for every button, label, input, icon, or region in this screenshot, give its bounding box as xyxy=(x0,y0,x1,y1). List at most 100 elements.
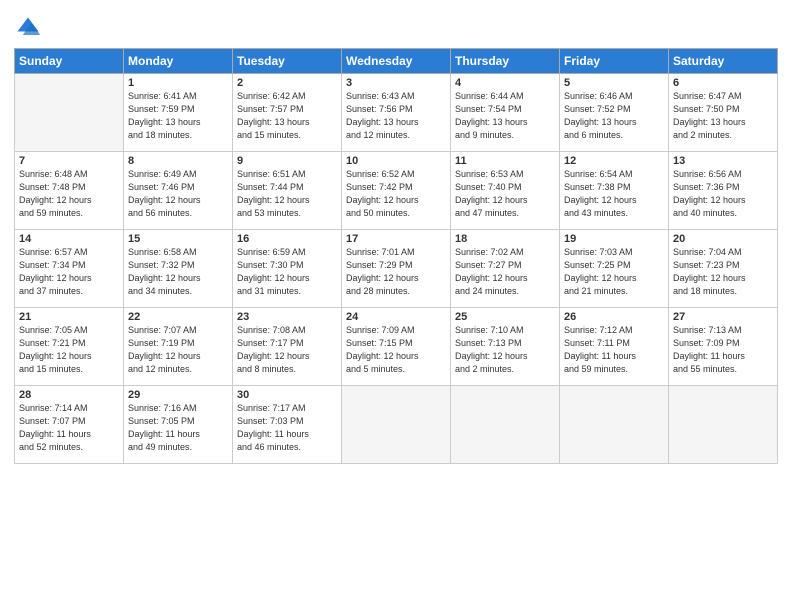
day-cell: 3Sunrise: 6:43 AM Sunset: 7:56 PM Daylig… xyxy=(342,74,451,152)
day-number: 9 xyxy=(237,155,337,167)
day-number: 23 xyxy=(237,311,337,323)
logo-icon xyxy=(14,14,42,42)
header-row: SundayMondayTuesdayWednesdayThursdayFrid… xyxy=(15,49,778,74)
day-cell: 20Sunrise: 7:04 AM Sunset: 7:23 PM Dayli… xyxy=(669,230,778,308)
day-number: 2 xyxy=(237,77,337,89)
day-number: 25 xyxy=(455,311,555,323)
day-number: 14 xyxy=(19,233,119,245)
day-cell: 12Sunrise: 6:54 AM Sunset: 7:38 PM Dayli… xyxy=(560,152,669,230)
day-info: Sunrise: 6:53 AM Sunset: 7:40 PM Dayligh… xyxy=(455,168,555,220)
day-cell: 17Sunrise: 7:01 AM Sunset: 7:29 PM Dayli… xyxy=(342,230,451,308)
day-info: Sunrise: 7:07 AM Sunset: 7:19 PM Dayligh… xyxy=(128,324,228,376)
day-number: 29 xyxy=(128,389,228,401)
day-number: 16 xyxy=(237,233,337,245)
day-cell: 15Sunrise: 6:58 AM Sunset: 7:32 PM Dayli… xyxy=(124,230,233,308)
day-number: 30 xyxy=(237,389,337,401)
day-cell: 9Sunrise: 6:51 AM Sunset: 7:44 PM Daylig… xyxy=(233,152,342,230)
col-header-saturday: Saturday xyxy=(669,49,778,74)
day-number: 10 xyxy=(346,155,446,167)
day-number: 4 xyxy=(455,77,555,89)
day-info: Sunrise: 6:48 AM Sunset: 7:48 PM Dayligh… xyxy=(19,168,119,220)
day-info: Sunrise: 7:02 AM Sunset: 7:27 PM Dayligh… xyxy=(455,246,555,298)
col-header-friday: Friday xyxy=(560,49,669,74)
day-info: Sunrise: 7:12 AM Sunset: 7:11 PM Dayligh… xyxy=(564,324,664,376)
day-cell xyxy=(669,386,778,464)
day-cell: 24Sunrise: 7:09 AM Sunset: 7:15 PM Dayli… xyxy=(342,308,451,386)
day-info: Sunrise: 6:44 AM Sunset: 7:54 PM Dayligh… xyxy=(455,90,555,142)
day-info: Sunrise: 6:41 AM Sunset: 7:59 PM Dayligh… xyxy=(128,90,228,142)
day-info: Sunrise: 7:05 AM Sunset: 7:21 PM Dayligh… xyxy=(19,324,119,376)
day-cell: 1Sunrise: 6:41 AM Sunset: 7:59 PM Daylig… xyxy=(124,74,233,152)
day-info: Sunrise: 6:46 AM Sunset: 7:52 PM Dayligh… xyxy=(564,90,664,142)
day-number: 12 xyxy=(564,155,664,167)
day-info: Sunrise: 7:17 AM Sunset: 7:03 PM Dayligh… xyxy=(237,402,337,454)
day-info: Sunrise: 7:14 AM Sunset: 7:07 PM Dayligh… xyxy=(19,402,119,454)
col-header-monday: Monday xyxy=(124,49,233,74)
day-cell: 23Sunrise: 7:08 AM Sunset: 7:17 PM Dayli… xyxy=(233,308,342,386)
day-info: Sunrise: 6:47 AM Sunset: 7:50 PM Dayligh… xyxy=(673,90,773,142)
day-cell: 30Sunrise: 7:17 AM Sunset: 7:03 PM Dayli… xyxy=(233,386,342,464)
day-number: 24 xyxy=(346,311,446,323)
day-number: 5 xyxy=(564,77,664,89)
day-info: Sunrise: 7:09 AM Sunset: 7:15 PM Dayligh… xyxy=(346,324,446,376)
day-info: Sunrise: 6:58 AM Sunset: 7:32 PM Dayligh… xyxy=(128,246,228,298)
day-info: Sunrise: 6:42 AM Sunset: 7:57 PM Dayligh… xyxy=(237,90,337,142)
day-info: Sunrise: 6:49 AM Sunset: 7:46 PM Dayligh… xyxy=(128,168,228,220)
day-cell: 14Sunrise: 6:57 AM Sunset: 7:34 PM Dayli… xyxy=(15,230,124,308)
day-info: Sunrise: 7:04 AM Sunset: 7:23 PM Dayligh… xyxy=(673,246,773,298)
day-number: 7 xyxy=(19,155,119,167)
day-cell: 6Sunrise: 6:47 AM Sunset: 7:50 PM Daylig… xyxy=(669,74,778,152)
day-number: 27 xyxy=(673,311,773,323)
day-number: 21 xyxy=(19,311,119,323)
day-number: 18 xyxy=(455,233,555,245)
day-number: 15 xyxy=(128,233,228,245)
col-header-tuesday: Tuesday xyxy=(233,49,342,74)
day-number: 11 xyxy=(455,155,555,167)
week-row-1: 1Sunrise: 6:41 AM Sunset: 7:59 PM Daylig… xyxy=(15,74,778,152)
day-info: Sunrise: 6:51 AM Sunset: 7:44 PM Dayligh… xyxy=(237,168,337,220)
day-cell: 19Sunrise: 7:03 AM Sunset: 7:25 PM Dayli… xyxy=(560,230,669,308)
day-number: 8 xyxy=(128,155,228,167)
day-info: Sunrise: 7:13 AM Sunset: 7:09 PM Dayligh… xyxy=(673,324,773,376)
day-cell: 29Sunrise: 7:16 AM Sunset: 7:05 PM Dayli… xyxy=(124,386,233,464)
col-header-wednesday: Wednesday xyxy=(342,49,451,74)
day-number: 6 xyxy=(673,77,773,89)
day-cell xyxy=(15,74,124,152)
header xyxy=(14,10,778,42)
day-info: Sunrise: 6:54 AM Sunset: 7:38 PM Dayligh… xyxy=(564,168,664,220)
day-cell: 5Sunrise: 6:46 AM Sunset: 7:52 PM Daylig… xyxy=(560,74,669,152)
day-number: 26 xyxy=(564,311,664,323)
week-row-3: 14Sunrise: 6:57 AM Sunset: 7:34 PM Dayli… xyxy=(15,230,778,308)
day-info: Sunrise: 7:16 AM Sunset: 7:05 PM Dayligh… xyxy=(128,402,228,454)
day-number: 3 xyxy=(346,77,446,89)
day-number: 22 xyxy=(128,311,228,323)
day-cell xyxy=(342,386,451,464)
day-cell: 27Sunrise: 7:13 AM Sunset: 7:09 PM Dayli… xyxy=(669,308,778,386)
week-row-2: 7Sunrise: 6:48 AM Sunset: 7:48 PM Daylig… xyxy=(15,152,778,230)
day-info: Sunrise: 6:52 AM Sunset: 7:42 PM Dayligh… xyxy=(346,168,446,220)
day-number: 13 xyxy=(673,155,773,167)
day-info: Sunrise: 6:59 AM Sunset: 7:30 PM Dayligh… xyxy=(237,246,337,298)
day-cell: 18Sunrise: 7:02 AM Sunset: 7:27 PM Dayli… xyxy=(451,230,560,308)
day-cell: 26Sunrise: 7:12 AM Sunset: 7:11 PM Dayli… xyxy=(560,308,669,386)
day-cell: 28Sunrise: 7:14 AM Sunset: 7:07 PM Dayli… xyxy=(15,386,124,464)
day-cell: 2Sunrise: 6:42 AM Sunset: 7:57 PM Daylig… xyxy=(233,74,342,152)
day-cell: 7Sunrise: 6:48 AM Sunset: 7:48 PM Daylig… xyxy=(15,152,124,230)
day-number: 1 xyxy=(128,77,228,89)
day-cell: 4Sunrise: 6:44 AM Sunset: 7:54 PM Daylig… xyxy=(451,74,560,152)
logo xyxy=(14,14,44,42)
page: SundayMondayTuesdayWednesdayThursdayFrid… xyxy=(0,0,792,612)
day-cell: 13Sunrise: 6:56 AM Sunset: 7:36 PM Dayli… xyxy=(669,152,778,230)
day-info: Sunrise: 6:56 AM Sunset: 7:36 PM Dayligh… xyxy=(673,168,773,220)
day-cell: 21Sunrise: 7:05 AM Sunset: 7:21 PM Dayli… xyxy=(15,308,124,386)
day-info: Sunrise: 7:10 AM Sunset: 7:13 PM Dayligh… xyxy=(455,324,555,376)
day-cell: 25Sunrise: 7:10 AM Sunset: 7:13 PM Dayli… xyxy=(451,308,560,386)
day-info: Sunrise: 7:03 AM Sunset: 7:25 PM Dayligh… xyxy=(564,246,664,298)
day-number: 28 xyxy=(19,389,119,401)
day-info: Sunrise: 6:57 AM Sunset: 7:34 PM Dayligh… xyxy=(19,246,119,298)
day-cell xyxy=(451,386,560,464)
day-info: Sunrise: 6:43 AM Sunset: 7:56 PM Dayligh… xyxy=(346,90,446,142)
col-header-thursday: Thursday xyxy=(451,49,560,74)
day-cell: 11Sunrise: 6:53 AM Sunset: 7:40 PM Dayli… xyxy=(451,152,560,230)
day-cell: 10Sunrise: 6:52 AM Sunset: 7:42 PM Dayli… xyxy=(342,152,451,230)
